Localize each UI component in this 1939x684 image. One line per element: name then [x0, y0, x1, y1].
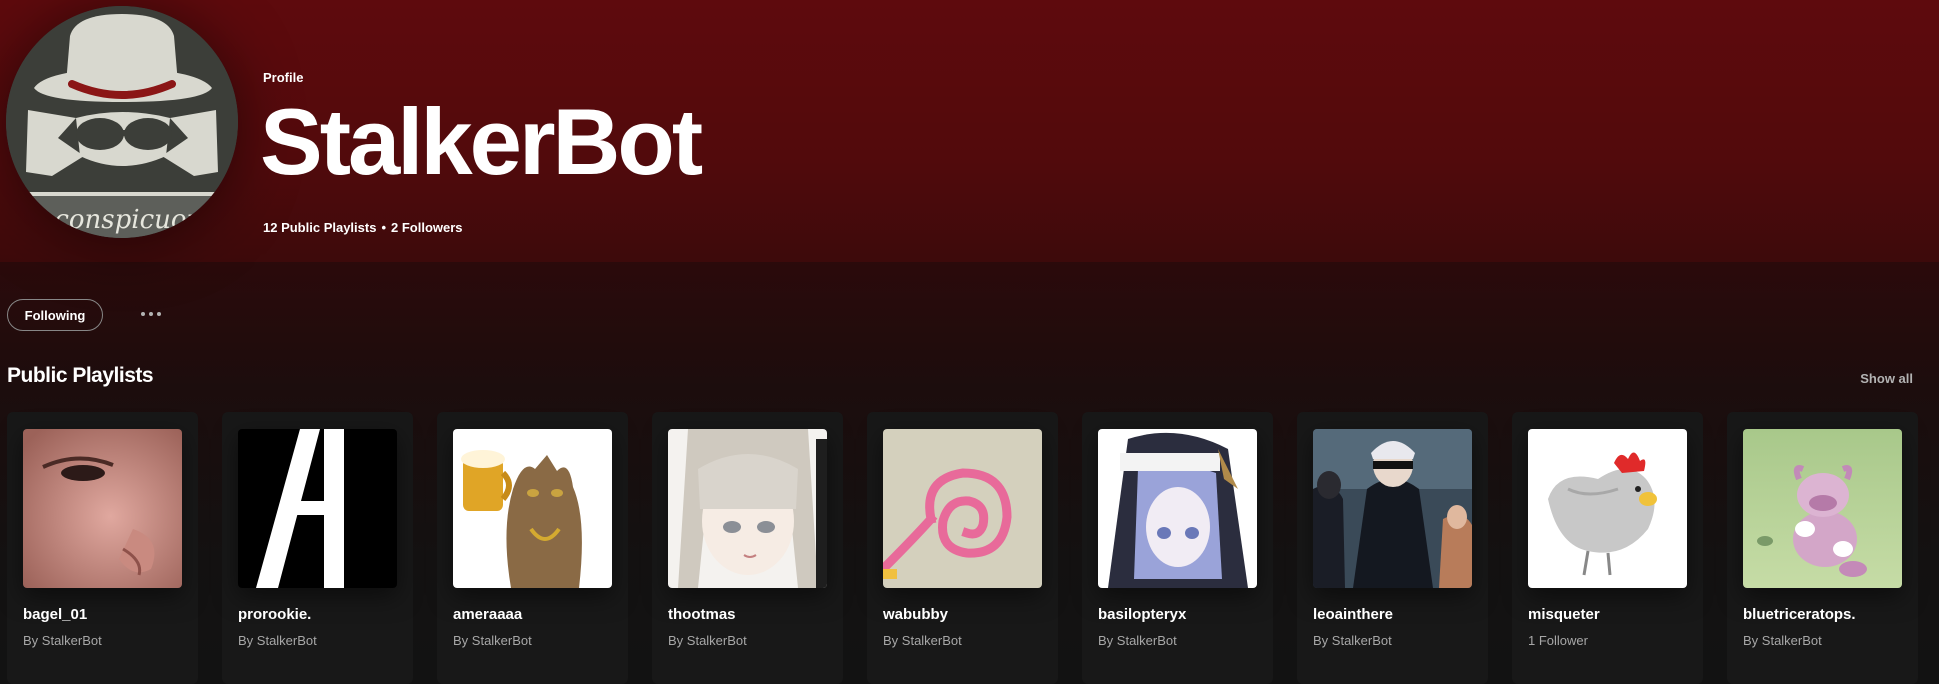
profile-stats: 12 Public Playlists • 2 Followers [263, 220, 463, 235]
show-all-link[interactable]: Show all [1860, 371, 1913, 386]
playlist-subtitle: By StalkerBot [23, 633, 102, 648]
playlist-title[interactable]: ameraaaa [453, 606, 522, 623]
playlist-cover [1528, 429, 1687, 588]
playlist-title[interactable]: basilopteryx [1098, 606, 1186, 623]
playlist-title[interactable]: misqueter [1528, 606, 1600, 623]
followers-count-link[interactable]: 2 Followers [391, 220, 463, 235]
playlist-cover [883, 429, 1042, 588]
playlist-card[interactable]: thootmas By StalkerBot [652, 412, 843, 684]
playlist-subtitle: By StalkerBot [1743, 633, 1822, 648]
playlist-subtitle: By StalkerBot [1313, 633, 1392, 648]
playlist-subtitle: By StalkerBot [1098, 633, 1177, 648]
page-type-label: Profile [263, 70, 304, 85]
playlist-cover [453, 429, 612, 588]
more-options-icon[interactable] [136, 306, 166, 322]
playlist-subtitle: By StalkerBot [668, 633, 747, 648]
dot-icon [149, 312, 153, 316]
playlist-card[interactable]: basilopteryx By StalkerBot [1082, 412, 1273, 684]
playlist-card[interactable]: misqueter 1 Follower [1512, 412, 1703, 684]
profile-avatar[interactable]: Inconspicuous [6, 6, 238, 238]
playlist-subtitle: 1 Follower [1528, 633, 1588, 648]
playlist-cover [238, 429, 397, 588]
playlist-cover [668, 429, 827, 588]
stats-separator: • [381, 220, 387, 235]
dot-icon [157, 312, 161, 316]
playlist-card[interactable]: ameraaaa By StalkerBot [437, 412, 628, 684]
playlist-title[interactable]: leoainthere [1313, 606, 1393, 623]
playlist-title[interactable]: prorookie. [238, 606, 311, 623]
playlist-cover [23, 429, 182, 588]
playlist-cover [1098, 429, 1257, 588]
section-title[interactable]: Public Playlists [7, 364, 154, 388]
playlist-card[interactable]: leoainthere By StalkerBot [1297, 412, 1488, 684]
playlist-card[interactable]: bagel_01 By StalkerBot [7, 412, 198, 684]
playlist-card[interactable]: wabubby By StalkerBot [867, 412, 1058, 684]
playlist-card[interactable]: bluetriceratops. By StalkerBot [1727, 412, 1918, 684]
dot-icon [141, 312, 145, 316]
incognito-avatar-image: Inconspicuous [6, 6, 238, 238]
playlist-title[interactable]: bluetriceratops. [1743, 606, 1856, 623]
profile-name: StalkerBot [260, 89, 703, 194]
playlist-title[interactable]: wabubby [883, 606, 948, 623]
playlist-cover [1313, 429, 1472, 588]
playlist-subtitle: By StalkerBot [453, 633, 532, 648]
playlists-count-link[interactable]: 12 Public Playlists [263, 220, 376, 235]
following-button[interactable]: Following [7, 299, 103, 331]
playlist-subtitle: By StalkerBot [238, 633, 317, 648]
playlist-title[interactable]: thootmas [668, 606, 736, 623]
playlist-subtitle: By StalkerBot [883, 633, 962, 648]
playlist-title[interactable]: bagel_01 [23, 606, 87, 623]
playlist-card[interactable]: prorookie. By StalkerBot [222, 412, 413, 684]
playlist-cover [1743, 429, 1902, 588]
